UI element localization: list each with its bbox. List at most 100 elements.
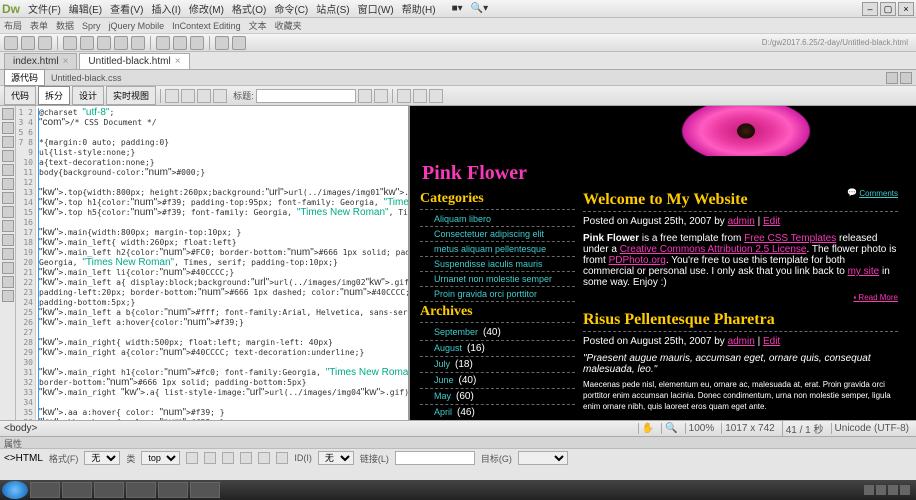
tool-icon[interactable] [97, 36, 111, 50]
view-code-button[interactable]: 代码 [4, 86, 36, 105]
tool-icon[interactable] [165, 89, 179, 103]
tool-icon[interactable] [358, 89, 372, 103]
list-icon[interactable] [222, 452, 234, 464]
menu-item[interactable]: 站点(S) [316, 1, 349, 16]
code-tool-icon[interactable] [2, 276, 14, 288]
hand-tool-icon[interactable]: ✋ [638, 423, 657, 434]
archive-link[interactable]: May (60) [420, 389, 575, 405]
category-link[interactable]: Suspendisse iaculis mauris [420, 257, 575, 272]
menu-item[interactable]: 编辑(E) [69, 1, 102, 16]
panel-heading[interactable]: 属性 [0, 437, 916, 449]
toolbar-item[interactable]: 文本 [249, 19, 267, 32]
category-link[interactable]: Proin gravida orci porttitor [420, 287, 575, 302]
toolbar-item[interactable]: Spry [82, 21, 101, 31]
menu-item[interactable]: 文件(F) [28, 1, 61, 16]
window-size[interactable]: 1017 x 742 [721, 423, 778, 434]
italic-icon[interactable] [204, 452, 216, 464]
toolbar-item[interactable]: jQuery Mobile [109, 21, 165, 31]
menu-item[interactable]: 窗口(W) [358, 1, 394, 16]
tool-icon[interactable] [114, 36, 128, 50]
body-link[interactable]: PDPhoto.org [609, 255, 666, 266]
code-tool-icon[interactable] [2, 108, 14, 120]
tool-icon[interactable] [213, 89, 227, 103]
tray-icon[interactable] [900, 485, 910, 495]
archive-link[interactable]: April (46) [420, 405, 575, 420]
read-more-link[interactable]: Read More [853, 293, 898, 302]
toolbar-item[interactable]: 收藏夹 [275, 19, 302, 32]
menu-item[interactable]: 命令(C) [274, 1, 308, 16]
edit-link[interactable]: Edit [763, 216, 780, 227]
tray-icon[interactable] [864, 485, 874, 495]
tool-icon[interactable] [374, 89, 388, 103]
class-select[interactable]: top [141, 451, 180, 465]
related-file[interactable]: Untitled-black.css [51, 73, 122, 83]
zoom-level[interactable]: 100% [685, 423, 718, 434]
view-design-button[interactable]: 设计 [72, 86, 104, 105]
code-tool-icon[interactable] [2, 206, 14, 218]
minimize-button[interactable]: – [862, 2, 878, 16]
system-tray[interactable] [864, 485, 914, 495]
title-input[interactable] [256, 89, 356, 103]
close-icon[interactable]: × [63, 56, 69, 67]
code-tool-icon[interactable] [2, 136, 14, 148]
toolbar-item[interactable]: InContext Editing [172, 21, 241, 31]
toolbar-item[interactable]: 数据 [56, 19, 74, 32]
code-tool-icon[interactable] [2, 122, 14, 134]
taskbar-item[interactable] [190, 482, 220, 498]
toolbar-item[interactable]: 布局 [4, 19, 22, 32]
tool-icon[interactable] [190, 36, 204, 50]
tool-icon[interactable] [429, 89, 443, 103]
code-text[interactable]: @charset "utf-8"; "com">/* CSS Document … [36, 106, 408, 420]
tool-icon[interactable] [173, 36, 187, 50]
file-icon[interactable] [900, 72, 912, 84]
tool-icon[interactable] [215, 36, 229, 50]
tab-index[interactable]: index.html× [4, 53, 77, 69]
taskbar-item[interactable] [62, 482, 92, 498]
tag-selector[interactable]: <body> [4, 423, 37, 434]
tab-untitled[interactable]: Untitled-black.html× [79, 53, 189, 69]
target-select[interactable] [518, 451, 568, 465]
toolbar-item[interactable]: 表单 [30, 19, 48, 32]
admin-link[interactable]: admin [728, 336, 755, 347]
code-tool-icon[interactable] [2, 164, 14, 176]
tool-icon[interactable] [38, 36, 52, 50]
menu-item[interactable]: 修改(M) [189, 1, 224, 16]
design-preview[interactable]: Pink Flower Categories Aliquam liberoCon… [410, 106, 916, 420]
taskbar-item[interactable] [30, 482, 60, 498]
tool-icon[interactable] [80, 36, 94, 50]
tool-icon[interactable] [156, 36, 170, 50]
taskbar-item[interactable] [94, 482, 124, 498]
code-tool-icon[interactable] [2, 192, 14, 204]
list-icon[interactable] [240, 452, 252, 464]
tool-icon[interactable] [397, 89, 411, 103]
code-tool-icon[interactable] [2, 262, 14, 274]
code-editor[interactable]: 1 2 3 4 5 6 7 8 9 10 11 12 13 14 15 16 1… [16, 106, 410, 420]
code-tool-icon[interactable] [2, 150, 14, 162]
body-link[interactable]: Creative Commons Attribution 2.5 License [620, 244, 807, 255]
tool-icon[interactable] [197, 89, 211, 103]
archive-link[interactable]: June (40) [420, 373, 575, 389]
taskbar-item[interactable] [158, 482, 188, 498]
html-mode-icon[interactable]: <>HTML [4, 453, 43, 464]
menu-item[interactable]: 查看(V) [110, 1, 143, 16]
taskbar-item[interactable] [126, 482, 156, 498]
edit-link[interactable]: Edit [763, 336, 780, 347]
tool-icon[interactable] [4, 36, 18, 50]
comments-link[interactable]: Comments [847, 189, 898, 198]
menu-search-icon[interactable]: 🔍▾ [471, 3, 488, 14]
tool-icon[interactable] [21, 36, 35, 50]
archive-link[interactable]: September (40) [420, 325, 575, 341]
view-live-button[interactable]: 实时视图 [106, 86, 156, 105]
tray-icon[interactable] [876, 485, 886, 495]
view-split-button[interactable]: 拆分 [38, 86, 70, 105]
menu-item[interactable]: 格式(O) [232, 1, 266, 16]
code-tool-icon[interactable] [2, 234, 14, 246]
code-tool-icon[interactable] [2, 220, 14, 232]
body-link[interactable]: Free CSS Templates [744, 233, 836, 244]
tool-icon[interactable] [232, 36, 246, 50]
tool-icon[interactable] [413, 89, 427, 103]
id-select[interactable]: 无 [318, 451, 354, 465]
indent-icon[interactable] [276, 452, 288, 464]
source-code-tab[interactable]: 源代码 [4, 69, 45, 86]
archive-link[interactable]: August (16) [420, 341, 575, 357]
